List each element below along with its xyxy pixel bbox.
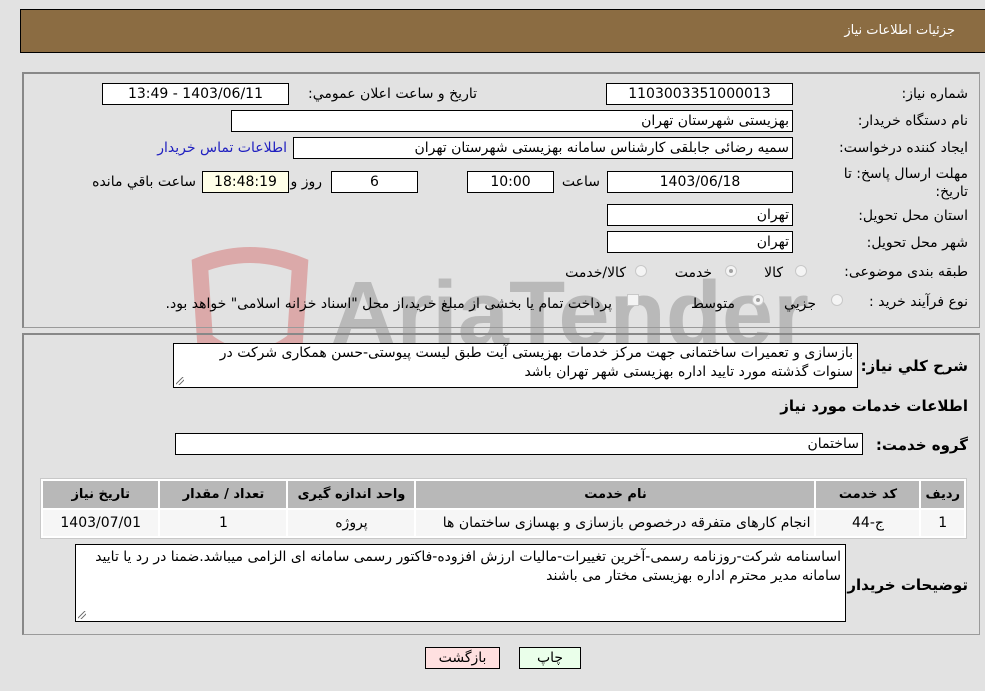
- announce-label: تاریخ و ساعت اعلان عمومي:: [308, 86, 477, 102]
- need-number-field: 1103003351000013: [606, 83, 793, 105]
- category-option-service: خدمت: [674, 265, 712, 281]
- col-need-date: تاریخ نیاز: [43, 481, 159, 508]
- description-text: بازسازی و تعمیرات ساختمانی جهت مرکز خدما…: [219, 345, 853, 380]
- buyer-org-label: نام دستگاه خریدار:: [857, 113, 968, 129]
- back-button[interactable]: بازگشت: [425, 647, 500, 669]
- page-title: جزئیات اطلاعات نیاز: [844, 23, 955, 38]
- table-row: 1 ج-44 انجام کارهای متفرقه درخصوص بازساز…: [43, 510, 964, 536]
- col-unit: واحد اندازه گیری: [288, 481, 415, 508]
- services-table: ردیف کد خدمت نام خدمت واحد اندازه گیری ت…: [40, 478, 967, 539]
- buyer-notes-text: اساسنامه شرکت-روزنامه رسمی-آخرین تغییرات…: [95, 549, 841, 584]
- remaining-label: ساعت باقي مانده: [92, 174, 196, 190]
- buyer-notes-textarea[interactable]: اساسنامه شرکت-روزنامه رسمی-آخرین تغییرات…: [75, 544, 846, 622]
- description-label: شرح کلي نياز:: [860, 357, 968, 375]
- treasury-note: پرداخت تمام یا بخشی از مبلغ خرید،از محل …: [165, 296, 612, 312]
- resize-grip-icon[interactable]: [78, 611, 86, 619]
- cell-unit: پروژه: [288, 510, 415, 536]
- print-button[interactable]: چاپ: [519, 647, 581, 669]
- process-label: نوع فرآیند خرید :: [869, 294, 968, 310]
- province-label: استان محل تحویل:: [858, 208, 968, 224]
- category-option-goods: کالا: [764, 265, 783, 281]
- services-section-title: اطلاعات خدمات مورد نیاز: [780, 397, 968, 415]
- creator-field: سمیه رضائی جابلقی کارشناس سامانه بهزیستی…: [293, 137, 793, 159]
- process-radio-minor[interactable]: [831, 294, 843, 306]
- days-label: روز و: [290, 174, 323, 190]
- creator-label: ایجاد کننده درخواست:: [839, 140, 968, 156]
- category-option-goods-service: کالا/خدمت: [565, 265, 626, 281]
- category-radio-service[interactable]: [725, 265, 737, 277]
- cell-need-date: 1403/07/01: [43, 510, 159, 536]
- announce-datetime-field: 1403/06/11 - 13:49: [102, 83, 289, 105]
- cell-service-name: انجام کارهای متفرقه درخصوص بازسازی و بهس…: [416, 510, 815, 536]
- process-option-medium: متوسط: [691, 296, 735, 312]
- buyer-notes-label: توضیحات خریدار:: [841, 576, 968, 594]
- process-option-minor: جزيي: [784, 296, 816, 312]
- need-number-label: شماره نیاز:: [901, 86, 969, 102]
- city-label: شهر محل تحویل:: [866, 235, 968, 251]
- cell-quantity: 1: [160, 510, 287, 536]
- col-service-code: کد خدمت: [816, 481, 920, 508]
- cell-service-code: ج-44: [816, 510, 920, 536]
- deadline-time-field: 10:00: [467, 171, 554, 193]
- col-quantity: تعداد / مقدار: [160, 481, 287, 508]
- cell-row: 1: [921, 510, 964, 536]
- table-header-row: ردیف کد خدمت نام خدمت واحد اندازه گیری ت…: [43, 481, 964, 508]
- time-label: ساعت: [561, 174, 600, 190]
- description-textarea[interactable]: بازسازی و تعمیرات ساختمانی جهت مرکز خدما…: [173, 343, 858, 388]
- resize-grip-icon[interactable]: [176, 377, 184, 385]
- col-service-name: نام خدمت: [416, 481, 815, 508]
- page-header: جزئیات اطلاعات نیاز: [20, 9, 985, 53]
- buyer-org-field: بهزیستی شهرستان تهران: [231, 110, 793, 132]
- category-radio-goods-service[interactable]: [635, 265, 647, 277]
- remaining-time-field: 18:48:19: [202, 171, 289, 193]
- city-field: تهران: [607, 231, 793, 253]
- service-group-field: ساختمان: [175, 433, 863, 455]
- buyer-contact-link[interactable]: اطلاعات تماس خریدار: [157, 140, 287, 156]
- province-field: تهران: [607, 204, 793, 226]
- category-radio-goods[interactable]: [795, 265, 807, 277]
- deadline-date-field: 1403/06/18: [607, 171, 793, 193]
- service-group-label: گروه خدمت:: [875, 436, 968, 454]
- process-radio-medium[interactable]: [752, 294, 764, 306]
- deadline-label: مهلت ارسال پاسخ: تا تاریخ:: [843, 166, 968, 200]
- days-remaining-field: 6: [331, 171, 418, 193]
- category-label: طبقه بندی موضوعی:: [844, 264, 968, 280]
- col-row: ردیف: [921, 481, 964, 508]
- treasury-checkbox[interactable]: [627, 294, 639, 306]
